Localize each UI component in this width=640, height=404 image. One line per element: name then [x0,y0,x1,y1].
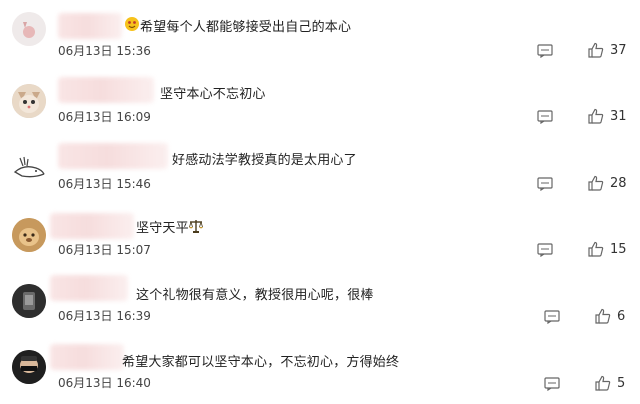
thumbs-up-icon [588,241,604,257]
avatar[interactable] [12,12,46,46]
username-blurred[interactable] [50,213,134,239]
avatar[interactable] [12,84,46,118]
scale-icon [188,218,204,238]
thumbs-up-icon [588,175,604,191]
comment-icon[interactable] [537,109,553,125]
like-count: 37 [610,42,627,58]
thumbs-up-icon [588,108,604,124]
like-count: 6 [617,308,626,324]
like-count: 28 [610,175,627,191]
comment-text: 这个礼物很有意义，教授很用心呢，很棒 [136,288,374,303]
username-blurred[interactable] [58,143,168,169]
comment-icon[interactable] [537,176,553,192]
like-button[interactable]: 37 [588,42,627,58]
comment-time: 06月13日 16:39 [58,309,151,323]
comment-icon[interactable] [544,376,560,392]
like-button[interactable]: 31 [588,108,627,124]
comment-text: 希望每个人都能够接受出自己的本心 [140,20,352,35]
comment-icon[interactable] [537,242,553,258]
comment-item: 希望大家都可以坚守本心，不忘初心，方得始终 06月13日 16:40 5 [0,334,640,404]
comment-time: 06月13日 16:40 [58,376,151,390]
comment-icon[interactable] [537,43,553,59]
comment-time: 06月13日 15:36 [58,44,151,58]
avatar[interactable] [12,350,46,384]
like-button[interactable]: 6 [595,308,625,324]
like-button[interactable]: 5 [595,375,625,391]
comment-text: 坚守本心不忘初心 [160,87,266,102]
avatar[interactable] [12,284,46,318]
avatar[interactable] [12,150,46,184]
comment-time: 06月13日 16:09 [58,110,151,124]
comment-text: 希望大家都可以坚守本心，不忘初心，方得始终 [122,355,400,370]
thumbs-up-icon [588,42,604,58]
username-blurred[interactable] [58,77,154,103]
comment-item: 希望每个人都能够接受出自己的本心 06月13日 15:36 37 [0,0,640,66]
like-count: 15 [610,241,627,257]
thumbs-up-icon [595,308,611,324]
comment-item: 好感动法学教授真的是太用心了 06月13日 15:46 28 [0,132,640,198]
avatar[interactable] [12,218,46,252]
comment-time: 06月13日 15:46 [58,177,151,191]
thumbs-up-icon [595,375,611,391]
comment-item: 这个礼物很有意义，教授很用心呢，很棒 06月13日 16:39 6 [0,264,640,334]
like-count: 5 [617,375,626,391]
comment-item: 坚守本心不忘初心 06月13日 16:09 31 [0,66,640,132]
like-button[interactable]: 28 [588,175,627,191]
comment-text: 坚守天平 [136,221,189,236]
emoji-icon [124,16,140,36]
username-blurred[interactable] [58,13,122,39]
username-blurred[interactable] [50,275,128,301]
username-blurred[interactable] [50,344,124,370]
comment-time: 06月13日 15:07 [58,243,151,257]
like-button[interactable]: 15 [588,241,627,257]
comment-text: 好感动法学教授真的是太用心了 [172,153,357,168]
comment-item: 坚守天平 06月13日 15:07 15 [0,198,640,264]
like-count: 31 [610,108,627,124]
comment-icon[interactable] [544,309,560,325]
